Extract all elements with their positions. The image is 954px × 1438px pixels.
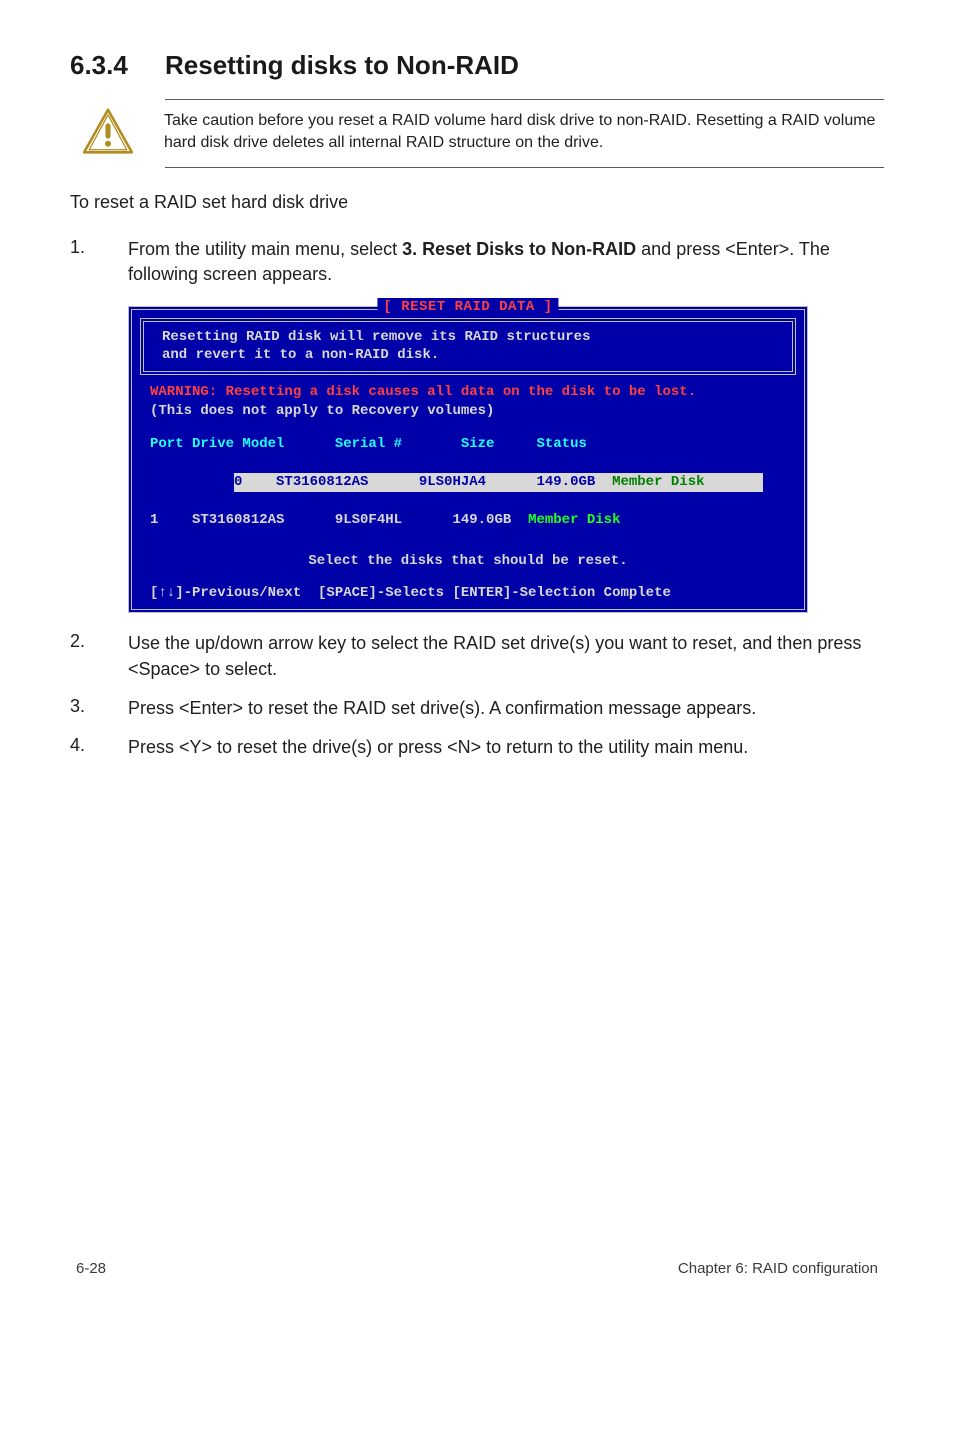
bios-row0-status: Member Disk — [612, 474, 763, 490]
bios-select-line: Select the disks that should be reset. — [150, 552, 786, 571]
footer-chapter: Chapter 6: RAID configuration — [678, 1260, 878, 1277]
caution-text: Take caution before you reset a RAID vol… — [164, 108, 884, 153]
bios-row1-status: Member Disk — [528, 512, 620, 528]
step-1-pre: From the utility main menu, select — [128, 239, 402, 259]
bios-warning: WARNING: Resetting a disk causes all dat… — [150, 383, 786, 402]
bios-row1: 1 ST3160812AS 9LS0F4HL 149.0GB Member Di… — [150, 511, 786, 530]
bios-line1: Resetting RAID disk will remove its RAID… — [162, 328, 774, 347]
bios-footer: [↑↓]-Previous/Next [SPACE]-Selects [ENTE… — [150, 584, 786, 603]
step-2-text: Use the up/down arrow key to select the … — [128, 631, 884, 681]
footer-page: 6-28 — [76, 1260, 106, 1277]
intro-text: To reset a RAID set hard disk drive — [70, 190, 884, 215]
section-title: Resetting disks to Non-RAID — [165, 50, 519, 81]
divider-bottom — [165, 167, 884, 168]
bios-header-row: Port Drive Model Serial # Size Status — [150, 435, 786, 454]
step-3-text: Press <Enter> to reset the RAID set driv… — [128, 696, 756, 721]
step-3-num: 3. — [70, 696, 128, 721]
step-1-bold: 3. Reset Disks to Non-RAID — [402, 239, 636, 259]
bios-row0: 0 ST3160812AS 9LS0HJA4 149.0GB Member Di… — [234, 473, 763, 492]
bios-row0-pre: 0 ST3160812AS 9LS0HJA4 149.0GB — [234, 474, 612, 490]
bios-screenshot: [ RESET RAID DATA ] Resetting RAID disk … — [128, 306, 884, 614]
caution-icon — [82, 108, 134, 159]
bios-recovery: (This does not apply to Recovery volumes… — [150, 402, 786, 421]
section-number: 6.3.4 — [70, 50, 165, 81]
caution-block: Take caution before you reset a RAID vol… — [70, 100, 884, 167]
step-4-text: Press <Y> to reset the drive(s) or press… — [128, 735, 748, 760]
step-4-num: 4. — [70, 735, 128, 760]
bios-row1-pre: 1 ST3160812AS 9LS0F4HL 149.0GB — [150, 512, 528, 528]
step-1-text: From the utility main menu, select 3. Re… — [128, 237, 884, 287]
step-2-num: 2. — [70, 631, 128, 681]
bios-line2: and revert it to a non-RAID disk. — [162, 346, 774, 365]
step-1-num: 1. — [70, 237, 128, 287]
bios-title: [ RESET RAID DATA ] — [377, 298, 558, 317]
